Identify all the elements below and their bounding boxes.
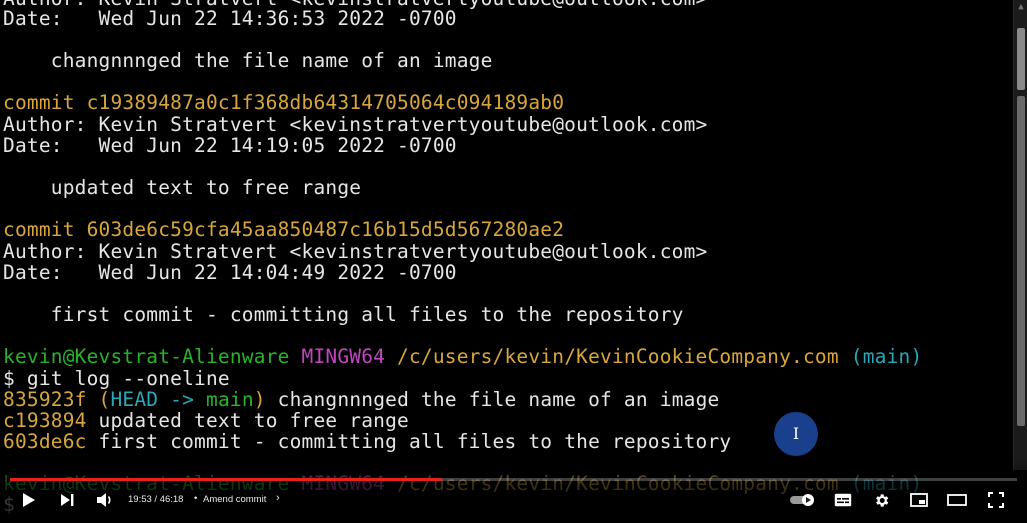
chapter-chevron-icon[interactable]: › [276,492,280,504]
terminal-text-segment: ) [253,388,266,411]
terminal-line: Author: Kevin Stratvert <kevinstratverty… [3,241,707,263]
terminal-line: Date: Wed Jun 22 14:36:53 2022 -0700 [3,8,457,30]
terminal-line: c193894 updated text to free range [3,410,409,432]
scrollbar-track-segment [1017,96,1025,426]
miniplayer-icon [910,493,928,507]
terminal-text-segment: 603de6c [3,430,99,453]
terminal-line: 835923f (HEAD -> main) changnnnged the f… [3,389,719,411]
video-progress-bar[interactable] [10,478,1017,481]
terminal-text-segment: first commit - committing all files to t… [98,430,732,453]
theater-mode-button[interactable] [944,486,970,514]
volume-icon [96,492,114,508]
theater-mode-icon [947,494,967,506]
next-icon [60,493,74,507]
terminal-text-segment: /c/users/kevin/KevinCookieCompany.com [397,345,851,368]
terminal-text-segment: HEAD -> [110,388,207,411]
terminal-text-segment: c193894 [3,409,99,432]
fullscreen-button[interactable] [983,486,1009,514]
terminal-text-segment: commit 603de6c59cfa45aa850487c16b15d5d56… [3,218,565,241]
terminal-line: commit c19389487a0c1f368db64314705064c09… [3,92,564,114]
volume-button[interactable] [92,486,118,514]
terminal-line: Author: Kevin Stratvert <kevinstratverty… [3,114,707,136]
autoplay-toggle[interactable] [788,486,818,514]
terminal-text-segment: commit c19389487a0c1f368db64314705064c09… [3,91,565,114]
terminal-line: changnnnged the file name of an image [3,50,493,72]
chapter-title-button[interactable]: Amend commit [203,494,266,505]
terminal-line: Date: Wed Jun 22 14:04:49 2022 -0700 [3,262,457,284]
terminal-text-segment: main [206,388,254,411]
subtitles-icon [834,493,852,507]
terminal-text-segment: first commit - committing all files to t… [3,303,684,326]
autoplay-toggle-icon [789,493,817,507]
play-icon [22,492,36,508]
terminal-text-segment: updated text to free range [3,176,362,199]
video-frame: Author: Kevin Stratvert <kevinstratverty… [0,0,1027,523]
video-time-display: 19:53 / 46:18 [128,494,184,505]
terminal-text-segment: (main) [850,345,923,368]
terminal-line: commit 603de6c59cfa45aa850487c16b15d5d56… [3,219,564,241]
mouse-cursor-indicator: I [774,412,818,456]
terminal-text-segment: $ git log --oneline [3,367,230,390]
terminal-text-segment: ( [98,388,111,411]
terminal-text-segment: Date: Wed Jun 22 14:36:53 2022 -0700 [3,7,457,30]
miniplayer-button[interactable] [906,486,932,514]
subtitles-button[interactable] [830,486,856,514]
terminal-text-segment: 835923f [3,388,99,411]
terminal-text-segment: Date: Wed Jun 22 14:19:05 2022 -0700 [3,134,457,157]
terminal-text-segment: Author: Kevin Stratvert <kevinstratverty… [3,240,708,263]
chapter-separator: • [194,493,198,504]
video-progress-played [10,478,443,481]
scrollbar-thumb[interactable] [1017,28,1025,90]
terminal-scrollbar[interactable]: ▲ [1013,0,1027,470]
terminal-text-segment: Author: Kevin Stratvert <kevinstratverty… [3,113,708,136]
terminal-line: updated text to free range [3,177,361,199]
settings-icon [873,492,890,509]
terminal-window: Author: Kevin Stratvert <kevinstratverty… [3,0,1013,523]
terminal-line: first commit - committing all files to t… [3,304,684,326]
terminal-prompt: kevin@Kevstrat-Alienware MINGW64 /c/user… [3,346,922,368]
next-button[interactable] [55,486,79,514]
fullscreen-icon [988,492,1004,508]
terminal-text-segment: MINGW64 [301,345,398,368]
terminal-text-segment: updated text to free range [98,409,409,432]
terminal-text-segment: changnnnged the file name of an image [265,388,720,411]
terminal-text-segment: changnnnged the file name of an image [3,49,493,72]
terminal-text-segment: Date: Wed Jun 22 14:04:49 2022 -0700 [3,261,457,284]
player-controls: 19:53 / 46:18 • Amend commit › [0,486,1027,516]
play-button[interactable] [16,486,42,514]
terminal-line: 603de6c first commit - committing all fi… [3,431,731,453]
scroll-up-arrow-icon[interactable]: ▲ [1014,0,1027,14]
terminal-text-segment: kevin@Kevstrat-Alienware [3,345,302,368]
settings-button[interactable] [868,486,894,514]
terminal-command: $ git log --oneline [3,368,230,390]
terminal-line: Date: Wed Jun 22 14:19:05 2022 -0700 [3,135,457,157]
